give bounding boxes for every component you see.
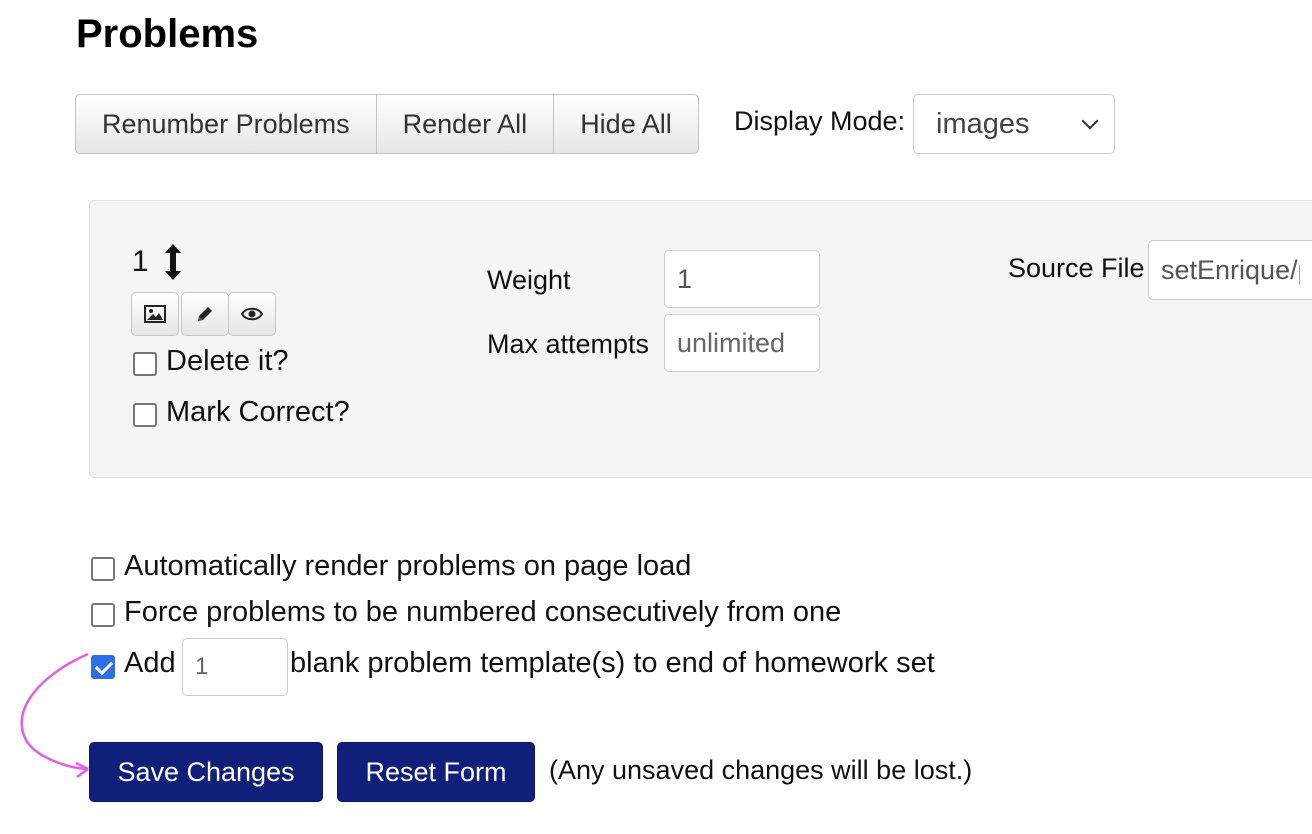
add-count-input[interactable]	[182, 638, 288, 696]
reset-form-button[interactable]: Reset Form	[337, 742, 535, 802]
annotation-arrow	[20, 652, 89, 779]
display-mode-value: images	[936, 107, 1030, 140]
delete-label: Delete it?	[166, 345, 289, 377]
auto-render-label: Automatically render problems on page lo…	[124, 550, 692, 582]
mark-correct-label: Mark Correct?	[166, 396, 350, 428]
pencil-icon	[198, 307, 212, 321]
display-mode-label: Display Mode:	[734, 106, 906, 136]
page-title: Problems	[76, 12, 259, 56]
mark-correct-checkbox[interactable]	[133, 403, 157, 427]
delete-checkbox[interactable]	[133, 352, 157, 376]
source-file-label: Source File	[1008, 253, 1145, 283]
image-icon	[144, 305, 166, 323]
add-label-suffix: blank problem template(s) to end of home…	[290, 647, 935, 679]
render-all-button[interactable]: Render All	[376, 94, 555, 154]
vertical-resize-arrows-icon[interactable]	[162, 242, 184, 282]
renumber-problems-button[interactable]: Renumber Problems	[75, 94, 377, 154]
view-problem-button[interactable]	[228, 292, 276, 336]
edit-problem-button[interactable]	[181, 292, 229, 336]
unsaved-note: (Any unsaved changes will be lost.)	[549, 755, 973, 785]
render-problem-button[interactable]	[131, 292, 179, 336]
display-mode-select[interactable]: images	[913, 94, 1115, 154]
problem-toolbar: Renumber Problems Render All Hide All	[75, 94, 699, 154]
hide-all-button[interactable]: Hide All	[554, 94, 699, 154]
weight-label: Weight	[487, 265, 571, 295]
force-number-checkbox[interactable]	[91, 603, 115, 627]
eye-icon	[241, 307, 263, 321]
auto-render-checkbox[interactable]	[91, 557, 115, 581]
weight-input[interactable]	[664, 250, 820, 308]
problem-number: 1	[132, 245, 149, 278]
max-attempts-label: Max attempts	[487, 329, 650, 359]
source-file-input[interactable]	[1148, 240, 1312, 300]
save-changes-button[interactable]: Save Changes	[89, 742, 323, 802]
chevron-down-icon	[1081, 112, 1099, 130]
max-attempts-input[interactable]	[664, 314, 820, 372]
add-label-prefix: Add	[124, 647, 176, 679]
force-number-label: Force problems to be numbered consecutiv…	[124, 596, 842, 628]
